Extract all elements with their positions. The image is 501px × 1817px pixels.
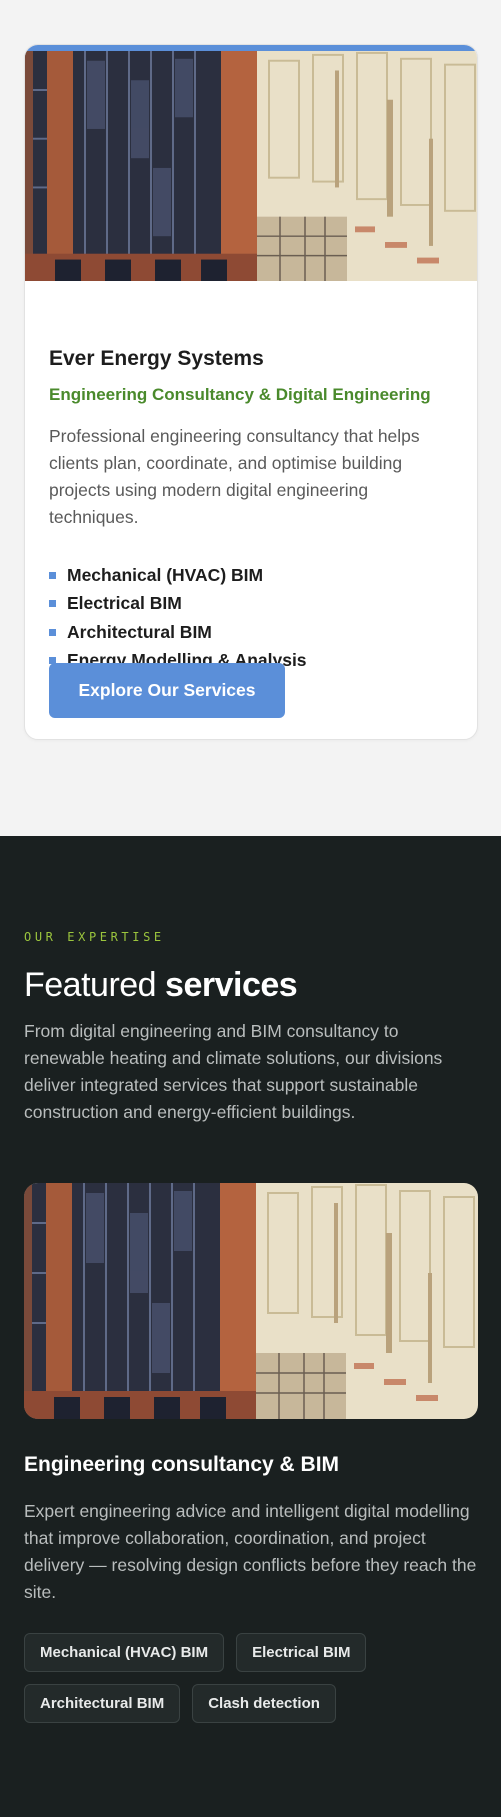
list-item: Electrical BIM <box>49 590 307 619</box>
section-heading: Featured services <box>24 966 298 1005</box>
service-tags: Mechanical (HVAC) BIM Electrical BIM Arc… <box>24 1633 484 1723</box>
tag-architectural-bim[interactable]: Architectural BIM <box>24 1684 181 1723</box>
company-tagline: Engineering Consultancy & Digital Engine… <box>49 385 431 404</box>
tag-electrical-bim[interactable]: Electrical BIM <box>236 1633 367 1672</box>
service-label: Architectural BIM <box>67 621 212 642</box>
services-list: Mechanical (HVAC) BIM Electrical BIM Arc… <box>49 561 307 675</box>
section-eyebrow: OUR EXPERTISE <box>24 930 165 944</box>
top-section: Ever Energy Systems Engineering Consulta… <box>0 0 501 836</box>
bullet-icon <box>49 571 56 579</box>
tag-clash-detection[interactable]: Clash detection <box>192 1684 336 1723</box>
service-image <box>24 1183 478 1419</box>
company-name: Ever Energy Systems <box>49 347 264 370</box>
building-image <box>25 51 477 281</box>
tag-hvac-bim[interactable]: Mechanical (HVAC) BIM <box>24 1633 225 1672</box>
list-item: Architectural BIM <box>49 618 307 647</box>
bullet-icon <box>49 628 56 636</box>
explore-services-button[interactable]: Explore Our Services <box>49 663 285 718</box>
heading-bold: services <box>165 966 298 1004</box>
company-card: Ever Energy Systems Engineering Consulta… <box>24 44 478 740</box>
section-intro: From digital engineering and BIM consult… <box>24 1021 443 1122</box>
service-label: Electrical BIM <box>67 593 182 614</box>
list-item: Mechanical (HVAC) BIM <box>49 561 307 590</box>
service-description: Expert engineering advice and intelligen… <box>24 1501 477 1602</box>
service-title: Engineering consultancy & BIM <box>24 1453 340 1476</box>
service-label: Mechanical (HVAC) BIM <box>67 564 264 585</box>
heading-regular: Featured <box>24 966 157 1004</box>
company-description: Professional engineering consultancy tha… <box>49 426 420 527</box>
bullet-icon <box>49 600 56 608</box>
expertise-section: OUR EXPERTISE Featured services From dig… <box>0 836 501 1817</box>
